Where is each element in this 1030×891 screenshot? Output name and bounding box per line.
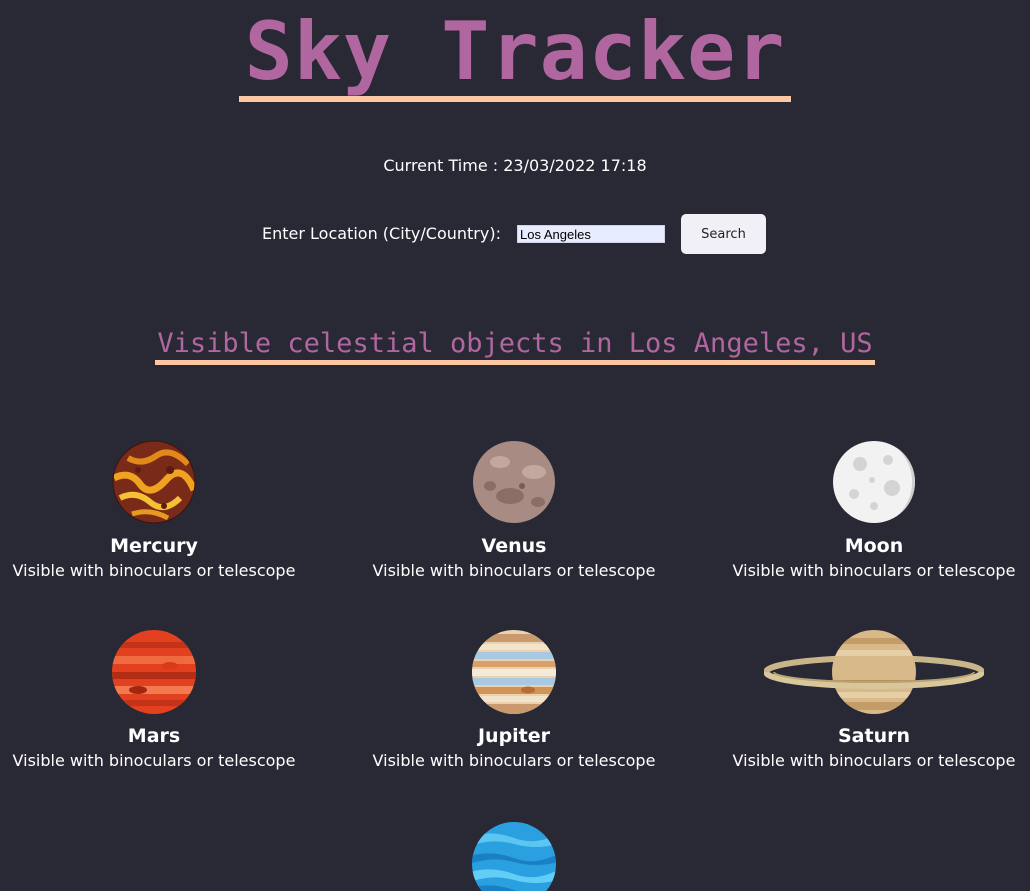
object-visibility: Visible with binoculars or telescope	[732, 751, 1016, 770]
location-label: Enter Location (City/Country):	[262, 224, 501, 243]
mercury-icon	[112, 440, 196, 524]
object-visibility: Visible with binoculars or telescope	[732, 561, 1016, 580]
object-card: Moon Visible with binoculars or telescop…	[704, 440, 1030, 581]
object-card: Venus Visible with binoculars or telesco…	[344, 440, 684, 581]
object-visibility: Visible with binoculars or telescope	[12, 751, 296, 770]
search-button[interactable]: Search	[680, 214, 766, 254]
object-visibility: Visible with binoculars or telescope	[12, 561, 296, 580]
object-name: Saturn	[837, 725, 910, 747]
object-name: Jupiter	[477, 725, 551, 747]
object-visibility: Visible with binoculars or telescope	[372, 751, 656, 770]
object-visibility: Visible with binoculars or telescope	[372, 561, 656, 580]
object-card: Mercury Visible with binoculars or teles…	[0, 440, 324, 581]
results-header: Visible celestial objects in Los Angeles…	[0, 328, 1030, 365]
neptune-icon	[472, 822, 556, 891]
jupiter-icon	[472, 630, 556, 714]
object-name: Mars	[127, 725, 181, 747]
mars-icon	[112, 630, 196, 714]
object-name: Moon	[844, 535, 904, 557]
page: Sky Tracker Current Time : 23/03/2022 17…	[0, 0, 1030, 891]
header: Sky Tracker	[0, 8, 1030, 102]
object-card: Saturn Visible with binoculars or telesc…	[704, 630, 1030, 771]
object-card	[344, 822, 684, 891]
object-name: Venus	[481, 535, 547, 557]
current-time: Current Time : 23/03/2022 17:18	[383, 156, 647, 175]
moon-icon	[833, 441, 915, 523]
search-form: Enter Location (City/Country): Search	[262, 214, 766, 254]
object-name: Mercury	[110, 535, 198, 557]
location-input[interactable]	[516, 225, 665, 243]
object-card: Mars Visible with binoculars or telescop…	[0, 630, 324, 771]
app-title: Sky Tracker	[238, 8, 792, 102]
venus-icon	[473, 441, 555, 523]
results-heading: Visible celestial objects in Los Angeles…	[155, 328, 875, 365]
saturn-icon	[764, 630, 984, 714]
object-card: Jupiter Visible with binoculars or teles…	[344, 630, 684, 771]
